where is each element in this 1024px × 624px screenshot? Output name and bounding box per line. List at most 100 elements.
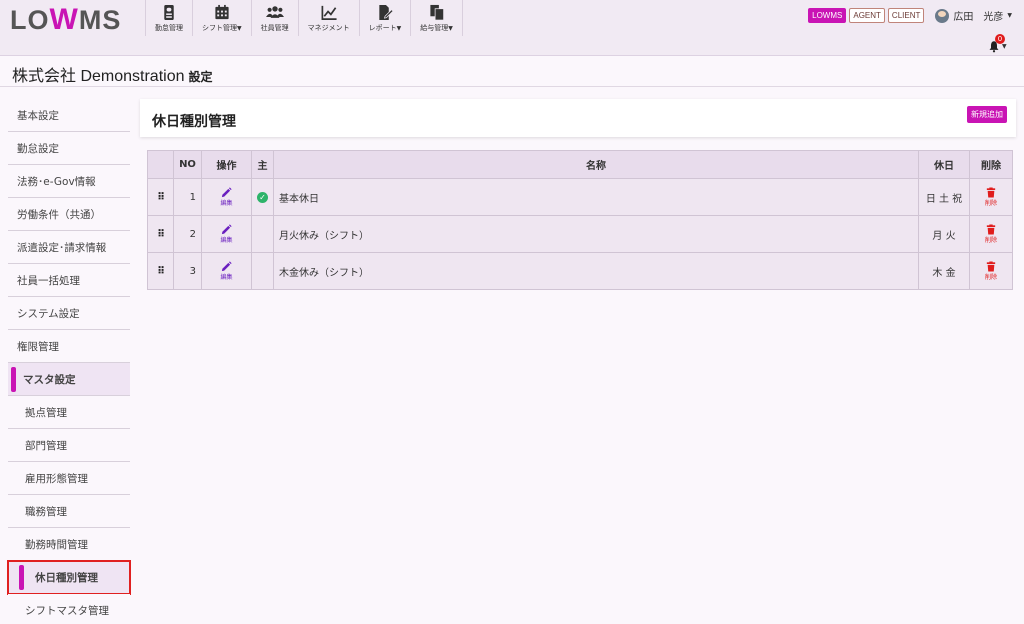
- column-header-no: NO: [173, 150, 202, 179]
- sidebar-item-label: シフトマスタ管理: [25, 604, 109, 617]
- grip-icon: ⠿: [157, 265, 165, 277]
- sidebar-item-dispatch[interactable]: 派遣設定･請求情報: [8, 231, 130, 264]
- logo-text-lo: LO: [10, 4, 50, 35]
- edit-button[interactable]: 編集: [201, 252, 252, 290]
- sidebar-item-label: 労働条件（共通）: [17, 208, 101, 221]
- caret-down-icon: ▼: [1002, 43, 1007, 50]
- sidebar-subitem-employment-types[interactable]: 雇用形態管理: [8, 462, 130, 495]
- delete-button[interactable]: 削除: [969, 252, 1013, 290]
- sidebar-subitem-locations[interactable]: 拠点管理: [8, 396, 130, 429]
- nav-employees-label: 社員管理: [260, 23, 289, 32]
- sidebar-subitem-work-hours[interactable]: 勤務時間管理: [8, 528, 130, 561]
- trash-icon: [986, 187, 996, 198]
- column-header-main: 主: [251, 150, 274, 179]
- holiday-days: 日 土 祝: [918, 178, 970, 216]
- sidebar-item-attendance[interactable]: 勤怠設定: [8, 132, 130, 165]
- active-marker: [19, 565, 24, 590]
- sidebar-item-label: マスタ設定: [23, 373, 76, 386]
- delete-control: 削除: [985, 261, 997, 281]
- sidebar-item-label: 法務･e-Gov情報: [17, 175, 96, 188]
- section-name: 設定: [188, 70, 213, 84]
- nav-report[interactable]: レポート▼: [358, 0, 411, 36]
- sidebar-item-bulk[interactable]: 社員一括処理: [8, 264, 130, 297]
- caret-down-icon: ▼: [237, 24, 242, 32]
- trash-icon: [986, 224, 996, 235]
- trash-icon: [986, 261, 996, 272]
- drag-handle[interactable]: ⠿: [147, 215, 174, 253]
- nav-attendance-label: 勤怠管理: [155, 23, 183, 32]
- delete-label: 削除: [984, 237, 997, 244]
- chart-line-icon: [321, 5, 337, 20]
- grip-icon: ⠿: [157, 228, 165, 240]
- user-menu[interactable]: 広田 光彦 ▼: [935, 8, 1012, 23]
- drag-handle[interactable]: ⠿: [147, 252, 174, 290]
- nav-employees[interactable]: 社員管理: [250, 0, 298, 36]
- nav-shift[interactable]: シフト管理▼: [192, 0, 251, 36]
- nav-payroll-label: 給与管理▼: [420, 23, 453, 33]
- lowms-logo[interactable]: LO W MS: [10, 3, 121, 36]
- sidebar-subitem-shift-master[interactable]: シフトマスタ管理: [8, 594, 130, 624]
- holiday-type-name: 月火休み（シフト）: [273, 215, 919, 253]
- logo-text-w: W: [49, 3, 79, 36]
- delete-button[interactable]: 削除: [969, 178, 1013, 216]
- delete-control: 削除: [985, 224, 997, 244]
- notification-button[interactable]: 0 ▼: [988, 34, 1008, 53]
- nav-shift-label: シフト管理▼: [202, 23, 242, 33]
- nav-management[interactable]: マネジメント: [297, 0, 359, 36]
- delete-control: 削除: [985, 187, 997, 207]
- column-header-op: 操作: [201, 150, 252, 179]
- id-badge-icon: [164, 4, 174, 20]
- sidebar-item-label: 雇用形態管理: [25, 472, 88, 485]
- edit-control: 編集: [220, 261, 233, 281]
- settings-sidebar: 基本設定 勤怠設定 法務･e-Gov情報 労働条件（共通） 派遣設定･請求情報 …: [7, 99, 131, 624]
- sidebar-subitem-duties[interactable]: 職務管理: [8, 495, 130, 528]
- sidebar-item-label: 社員一括処理: [17, 274, 80, 287]
- add-new-button[interactable]: 新規追加: [967, 106, 1007, 123]
- mode-client-button[interactable]: CLIENT: [887, 8, 925, 23]
- sidebar-item-label: 権限管理: [17, 340, 59, 353]
- nav-attendance[interactable]: 勤怠管理: [145, 0, 192, 36]
- mode-agent-button[interactable]: AGENT: [849, 8, 885, 23]
- sidebar-item-master[interactable]: マスタ設定: [8, 363, 130, 396]
- sidebar-item-permissions[interactable]: 権限管理: [8, 330, 130, 363]
- caret-down-icon: ▼: [1007, 12, 1012, 19]
- column-header-drag: [147, 150, 174, 179]
- active-marker: [11, 367, 16, 392]
- sidebar-item-label: システム設定: [17, 307, 80, 320]
- edit-button[interactable]: 編集: [201, 215, 252, 253]
- holiday-type-name: 基本休日: [273, 178, 919, 216]
- sidebar-subitem-holiday-types[interactable]: 休日種別管理: [7, 560, 131, 595]
- main-flag: ✓: [251, 178, 274, 216]
- row-no: 2: [173, 215, 202, 253]
- table-row: ⠿ 1 編集 ✓ 基本休日 日 土 祝 削除: [147, 178, 1013, 216]
- sidebar-item-legal[interactable]: 法務･e-Gov情報: [8, 165, 130, 198]
- sidebar-item-label: 勤怠設定: [17, 142, 59, 155]
- caret-down-icon: ▼: [396, 24, 402, 32]
- row-no: 3: [173, 252, 202, 290]
- pencil-icon: [221, 261, 232, 272]
- page-title: 株式会社 Demonstration 設定: [12, 62, 213, 86]
- nav-payroll[interactable]: 給与管理▼: [410, 0, 463, 36]
- sidebar-subitem-departments[interactable]: 部門管理: [8, 429, 130, 462]
- sidebar-item-label: 拠点管理: [25, 406, 67, 419]
- avatar: [935, 8, 950, 23]
- edit-control: 編集: [220, 187, 233, 207]
- nav-shift-text: シフト管理: [202, 23, 237, 32]
- sidebar-item-labor[interactable]: 労働条件（共通）: [8, 198, 130, 231]
- header-right: LOWMS AGENT CLIENT 広田 光彦 ▼: [808, 8, 1012, 23]
- sidebar-item-basic[interactable]: 基本設定: [8, 99, 130, 132]
- edit-button[interactable]: 編集: [201, 178, 252, 216]
- copy-icon: [429, 4, 444, 20]
- panel-header: 休日種別管理 新規追加: [140, 99, 1016, 137]
- drag-handle[interactable]: ⠿: [147, 178, 174, 216]
- nav-payroll-text: 給与管理: [420, 23, 449, 32]
- main-flag: [251, 252, 274, 290]
- nav-report-label: レポート▼: [369, 23, 402, 33]
- sidebar-item-system[interactable]: システム設定: [8, 297, 130, 330]
- edit-label: 編集: [220, 237, 233, 244]
- top-navbar: LO W MS 勤怠管理 シフト管理▼ 社員管理 マネジメント レポート▼ 給与管理…: [0, 0, 1024, 56]
- company-name: 株式会社 Demonstration: [12, 68, 185, 85]
- mode-lowms-button[interactable]: LOWMS: [808, 8, 847, 23]
- user-name: 広田 光彦: [953, 12, 1004, 23]
- delete-button[interactable]: 削除: [969, 215, 1013, 253]
